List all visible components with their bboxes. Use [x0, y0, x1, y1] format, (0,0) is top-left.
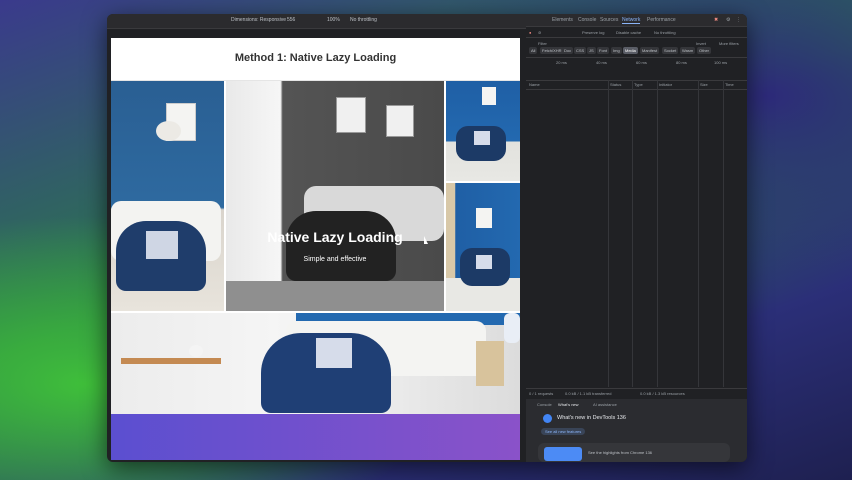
tab-performance[interactable]: Performance — [647, 17, 676, 23]
devtools-panel: Elements Console Sources Network Perform… — [526, 14, 747, 462]
filter-other[interactable]: Other — [697, 47, 712, 54]
requests-count: 0 / 1 requests — [529, 391, 554, 396]
more-icon[interactable]: ⋮ — [736, 17, 741, 23]
drawer-tab-whats-new[interactable]: What's new — [558, 402, 579, 407]
gallery-image — [446, 81, 520, 181]
device-select[interactable]: Dimensions: Responsive — [231, 17, 286, 23]
browser-window: Dimensions: Responsive 556 100% No throt… — [107, 14, 747, 462]
more-filters-button[interactable]: More filters — [719, 41, 739, 46]
transferred-size: 0.0 kB / 1.1 kB transferred — [565, 391, 612, 396]
gallery-image-wide — [111, 313, 520, 414]
throttle-select[interactable]: No throttling — [350, 17, 377, 23]
zoom-select[interactable]: 100% — [327, 17, 340, 23]
tab-console[interactable]: Console — [578, 17, 596, 23]
column-divider — [657, 80, 658, 387]
page-header: Method 1: Native Lazy Loading — [111, 38, 520, 81]
filter-input[interactable]: Filter — [538, 41, 547, 46]
request-table-header: Name Status Type Initiator Size Time — [526, 80, 747, 90]
filter-fetch-xhr[interactable]: Fetch/XHR — [540, 47, 564, 54]
drawer-tab-ai-assistance[interactable]: AI assistance — [593, 402, 617, 407]
timeline-tick: 40 ms — [596, 60, 607, 65]
chrome-devtools-icon — [543, 414, 552, 423]
record-icon[interactable]: ● — [529, 30, 531, 35]
column-size[interactable]: Size — [700, 82, 708, 87]
column-type[interactable]: Type — [634, 82, 643, 87]
filter-font[interactable]: Font — [597, 47, 610, 54]
timeline-tick: 80 ms — [676, 60, 687, 65]
devtools-drawer: Console What's new AI assistance What's … — [526, 399, 747, 462]
invert-checkbox[interactable]: Invert — [696, 41, 706, 46]
timeline-tick: 60 ms — [636, 60, 647, 65]
page-footer-banner — [111, 414, 520, 460]
gallery-image-hero: Native Lazy Loading Simple and effective — [226, 81, 444, 311]
clear-icon[interactable]: ⊘ — [538, 30, 541, 35]
column-name[interactable]: Name — [529, 82, 540, 87]
network-status-bar: 0 / 1 requests 0.0 kB / 1.1 kB transferr… — [526, 388, 747, 398]
drawer-tab-console[interactable]: Console — [537, 402, 552, 407]
timeline-tick: 100 ms — [714, 60, 728, 65]
timeline-tick: 20 ms — [556, 60, 567, 65]
filter-js[interactable]: JS — [587, 47, 596, 54]
filter-manifest[interactable]: Manifest — [640, 47, 660, 54]
disable-cache-checkbox[interactable]: Disable cache — [616, 30, 641, 35]
tab-sources[interactable]: Sources — [600, 17, 618, 23]
settings-icon[interactable]: ⚙ — [726, 17, 730, 23]
see-all-features-link[interactable]: See all new features — [541, 428, 586, 435]
column-divider — [632, 80, 633, 387]
column-divider — [608, 80, 609, 387]
highlights-thumbnail — [544, 447, 582, 461]
column-divider — [723, 80, 724, 387]
column-divider — [698, 80, 699, 387]
highlights-text: See the highlights from Chrome 136 — [588, 450, 653, 455]
column-status[interactable]: Status — [610, 82, 621, 87]
throttle-select[interactable]: No throttling — [654, 30, 676, 35]
hero-subtitle: Simple and effective — [303, 256, 367, 263]
error-badge-icon[interactable]: ✖ — [714, 17, 718, 23]
gallery-image — [446, 183, 520, 311]
resources-size: 0.0 kB / 1.3 kB resources — [640, 391, 685, 396]
tab-elements[interactable]: Elements — [552, 17, 573, 23]
filter-wasm[interactable]: Wasm — [680, 47, 696, 54]
filter-doc[interactable]: Doc — [562, 47, 574, 54]
width-field[interactable]: 556 — [287, 17, 295, 23]
page-viewport: Method 1: Native Lazy Loading Native Laz… — [111, 38, 520, 460]
network-toolbar: ● ⊘ Preserve log Disable cache No thrott… — [526, 27, 747, 38]
highlights-card[interactable]: See the highlights from Chrome 136 — [538, 443, 730, 462]
preserve-log-checkbox[interactable]: Preserve log — [582, 30, 604, 35]
page-title: Method 1: Native Lazy Loading — [234, 52, 397, 64]
timeline-overview: 20 ms 40 ms 60 ms 80 ms 100 ms — [526, 57, 747, 81]
devtools-tab-bar: Elements Console Sources Network Perform… — [526, 14, 747, 27]
filter-media[interactable]: Media — [623, 47, 638, 54]
hero-title: Native Lazy Loading — [267, 229, 403, 245]
filter-css[interactable]: CSS — [574, 47, 587, 54]
filter-all[interactable]: All — [529, 47, 538, 54]
filter-socket[interactable]: Socket — [662, 47, 679, 54]
cursor-icon — [424, 236, 428, 244]
column-initiator[interactable]: Initiator — [659, 82, 672, 87]
tab-network[interactable]: Network — [622, 17, 641, 24]
column-time[interactable]: Time — [725, 82, 734, 87]
gallery-image — [111, 81, 224, 311]
whats-new-heading: What's new in DevTools 136 — [557, 415, 626, 421]
filter-img[interactable]: Img — [611, 47, 622, 54]
